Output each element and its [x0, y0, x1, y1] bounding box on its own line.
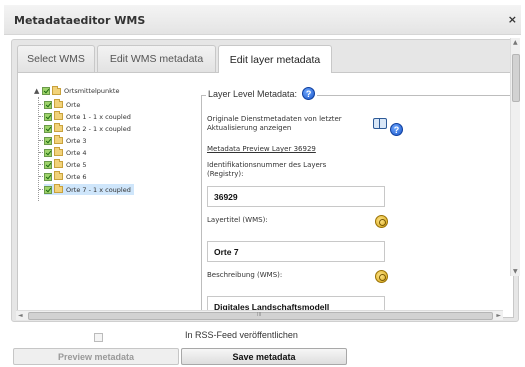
tab-edit-wms-metadata[interactable]: Edit WMS metadata [97, 45, 216, 72]
tree-node-orte[interactable]: Orte [44, 99, 80, 110]
layer-id-label: Identifikationsnummer des Layers (Regist… [207, 161, 327, 178]
tree-node-label: Orte [66, 100, 81, 109]
folder-icon [54, 135, 63, 144]
tree-node-orte-1[interactable]: Orte 1 - 1 x coupled [44, 111, 131, 122]
tab-container: Select WMS Edit WMS metadata Edit layer … [11, 39, 519, 322]
tree-node-label: Orte 5 [66, 160, 87, 169]
tree-node-orte-7[interactable]: Orte 7 - 1 x coupled [44, 184, 134, 195]
folder-icon [54, 171, 63, 180]
tree-node-orte-6[interactable]: Orte 6 [44, 171, 87, 182]
folder-icon [54, 111, 63, 120]
horizontal-scrollbar[interactable]: ◄ III ► [16, 310, 503, 320]
metadata-editor-dialog: Metadataeditor WMS × Select WMS Edit WMS… [0, 0, 525, 367]
checkbox-checked-icon[interactable] [44, 148, 52, 157]
tree-node-label: Orte 6 [66, 172, 87, 181]
tree-node-orte-2[interactable]: Orte 2 - 1 x coupled [44, 123, 131, 134]
checkbox-checked-icon[interactable] [44, 160, 52, 169]
scroll-grip-icon: III [257, 312, 262, 318]
horizontal-scroll-thumb[interactable]: III [28, 312, 493, 320]
layer-title-label: Layertitel (WMS): [207, 216, 268, 224]
checkbox-checked-icon[interactable] [44, 136, 52, 145]
layer-metadata-legend: Layer Level Metadata: ? [206, 87, 318, 100]
tree-root-node[interactable]: ▲ Ortsmittelpunkte [34, 85, 120, 95]
folder-icon [54, 159, 63, 168]
checkbox-checked-icon[interactable] [44, 100, 52, 109]
vertical-scroll-thumb[interactable] [512, 54, 520, 102]
scroll-down-icon[interactable]: ▼ [513, 268, 518, 275]
legend-text: Layer Level Metadata: [208, 88, 298, 99]
original-metadata-label: Originale Dienstmetadaten von letzter Ak… [207, 115, 342, 132]
preview-metadata-button[interactable]: Preview metadata [13, 348, 179, 365]
scroll-left-icon[interactable]: ◄ [18, 312, 23, 319]
folder-icon [54, 123, 63, 132]
help-icon[interactable]: ? [302, 87, 316, 100]
metadata-preview-link[interactable]: Metadata Preview Layer 36929 [207, 145, 316, 153]
layer-id-field[interactable]: 36929 [207, 186, 385, 207]
close-icon[interactable]: × [508, 13, 517, 26]
tree-node-label: Ortsmittelpunkte [64, 87, 120, 95]
tree-node-label: Orte 4 [66, 148, 87, 157]
dialog-titlebar[interactable]: Metadataeditor WMS × [4, 5, 521, 35]
collapse-icon[interactable]: ▲ [34, 87, 42, 95]
tab-select-wms[interactable]: Select WMS [17, 45, 95, 72]
tab-edit-layer-metadata[interactable]: Edit layer metadata [218, 45, 332, 73]
dialog-title: Metadataeditor WMS [14, 14, 146, 27]
translate-icon[interactable] [375, 215, 388, 228]
rss-feed-label: In RSS-Feed veröffentlichen [185, 330, 298, 340]
vertical-scrollbar[interactable]: ▲ ▼ [510, 38, 520, 276]
checkbox-checked-icon[interactable] [44, 124, 52, 133]
tree-node-orte-3[interactable]: Orte 3 [44, 135, 87, 146]
tree-node-orte-5[interactable]: Orte 5 [44, 159, 87, 170]
scroll-up-icon[interactable]: ▲ [513, 39, 518, 46]
scroll-right-icon[interactable]: ► [496, 312, 501, 319]
checkbox-checked-icon[interactable] [44, 172, 52, 181]
tab-panel: ▲ Ortsmittelpunkte Orte Orte 1 - 1 x cou… [17, 72, 514, 318]
translate-icon[interactable] [375, 270, 388, 283]
help-icon[interactable]: ? [390, 123, 403, 136]
layer-description-label: Beschreibung (WMS): [207, 271, 283, 279]
tree-guide [38, 97, 39, 201]
rss-feed-checkbox[interactable] [94, 333, 103, 342]
tree-node-label: Orte 2 - 1 x coupled [66, 124, 131, 133]
tree-node-label: Orte 1 - 1 x coupled [66, 112, 131, 121]
tree-node-label: Orte 3 [66, 136, 87, 145]
layer-title-field[interactable]: Orte 7 [207, 241, 385, 262]
checkbox-checked-icon[interactable] [44, 112, 52, 121]
save-metadata-button[interactable]: Save metadata [181, 348, 347, 365]
folder-icon [52, 85, 61, 95]
checkbox-checked-icon[interactable] [44, 185, 52, 194]
book-icon[interactable] [373, 118, 387, 129]
folder-icon [54, 147, 63, 156]
folder-icon [54, 99, 63, 108]
tree-node-orte-4[interactable]: Orte 4 [44, 147, 87, 158]
tree-node-label: Orte 7 - 1 x coupled [66, 185, 131, 194]
folder-icon [54, 184, 63, 193]
checkbox-checked-icon[interactable] [42, 87, 50, 95]
